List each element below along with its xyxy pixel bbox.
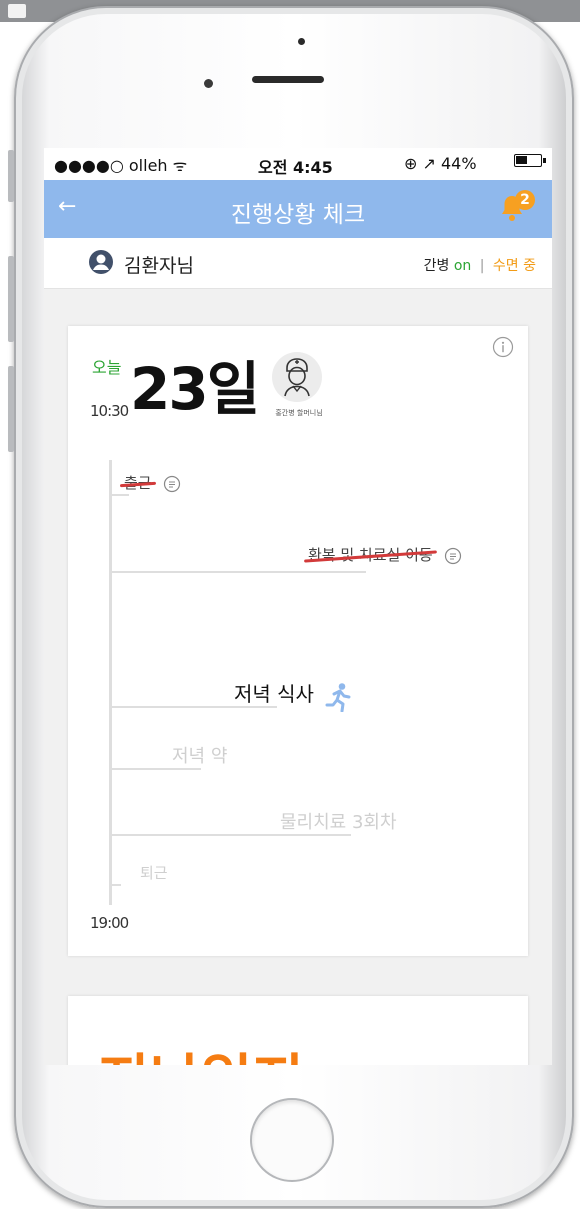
care-status: 간병 on | 수면 중 [424,255,536,275]
timeline-item-label: 퇴근 [140,864,168,882]
care-on-status: on [453,258,472,274]
notification-button[interactable]: 2 [500,190,535,224]
care-label: 간병 [423,258,450,274]
phone-screen: ●●●●○ olleh ᯤ 오전 4:45 ⊕ ↗ 44% ← 진행상황 체크 … [44,148,552,1065]
timeline-item[interactable]: 출근 [119,472,181,493]
earpiece-speaker [252,76,324,83]
memo-icon[interactable] [163,475,181,493]
user-avatar-icon [89,250,113,274]
timeline-item-label: 물리치료 3회차 [280,812,397,833]
mute-switch [8,150,14,202]
timeline-item-label: 저녁 약 [172,746,228,767]
timeline-item-label: 저녁 식사 [234,682,314,706]
carrier-signal: ●●●●○ olleh ᯤ [54,156,188,175]
proximity-sensor [298,38,305,45]
running-person-icon [325,682,351,712]
timeline-tick [109,834,351,836]
status-bar: ●●●●○ olleh ᯤ 오전 4:45 ⊕ ↗ 44% [44,148,552,180]
info-icon[interactable] [492,336,514,358]
timeline-tick [109,884,121,886]
past-log-card[interactable]: 지난일지 [68,996,528,1065]
timeline-item[interactable]: 퇴근 [140,862,168,883]
status-time: 오전 4:45 [258,158,333,177]
timeline-item[interactable]: 물리치료 3회차 [280,808,397,834]
home-button[interactable] [250,1098,334,1182]
notification-badge: 2 [515,190,535,210]
memo-icon[interactable] [444,547,462,565]
status-separator: | [479,258,485,274]
start-time: 10:30 [90,402,129,420]
volume-down-button [8,366,14,452]
today-schedule-card: 오늘 23일 홍간병 할머니님 10:30 출근 환복 및 치료실 이동 [68,326,528,956]
timeline-tick [109,768,201,770]
front-camera [204,79,213,88]
sleep-status: 수면 중 [492,258,536,274]
window-glyph [8,4,26,18]
status-right: ⊕ ↗ 44% [404,154,477,173]
nurse-icon [284,358,310,397]
day-number: 23일 [130,355,260,423]
timeline-tick [109,571,366,573]
timeline-axis [109,460,112,905]
today-label: 오늘 [92,358,122,377]
page-title: 진행상황 체크 [230,202,366,228]
battery-icon [514,154,546,167]
patient-bar: 김환자님 간병 on | 수면 중 [44,238,552,289]
end-time: 19:00 [90,914,129,932]
timeline-item[interactable]: 저녁 약 [172,742,227,768]
timeline-item[interactable]: 환복 및 치료실 이동 [304,544,462,565]
caregiver-avatar[interactable] [272,352,322,402]
volume-up-button [8,256,14,342]
timeline-tick [109,494,129,496]
past-log-title: 지난일지 [98,1036,304,1065]
app-bar: ← 진행상황 체크 2 [44,180,552,238]
caregiver-name: 홍간병 할머니님 [275,409,323,417]
timeline-item-current[interactable]: 저녁 식사 [234,678,351,712]
patient-name: 김환자님 [124,255,194,277]
